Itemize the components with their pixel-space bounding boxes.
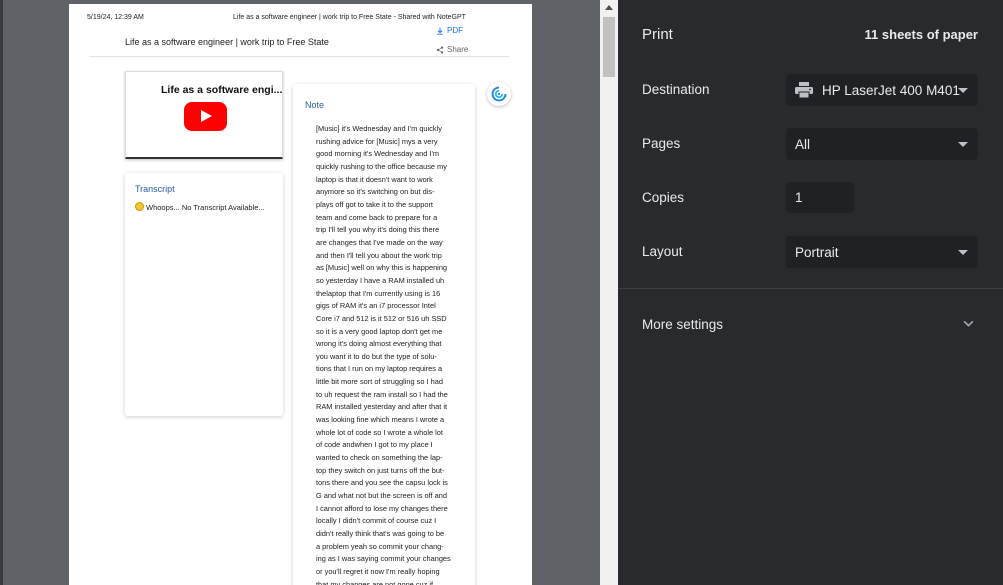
sheet-count: 11 sheets of paper xyxy=(864,27,978,42)
note-line: of code andwhen I got to my place I xyxy=(316,440,433,450)
layout-select[interactable]: Portrait xyxy=(786,236,978,268)
pages-label: Pages xyxy=(642,136,681,151)
header-divider xyxy=(89,56,509,57)
note-line: that my changes are not gone cuz if xyxy=(316,579,434,585)
video-title: Life as a software engi... xyxy=(161,84,283,96)
note-line: to uh request the ram install so I had t… xyxy=(316,389,448,399)
note-line: thelaptop that I'm currently using is 16 xyxy=(316,288,441,298)
note-line: tions that I run on my laptop requires a xyxy=(316,364,443,374)
print-title: Print xyxy=(642,26,673,43)
note-line: G and what not but the screen is off and xyxy=(316,491,447,501)
note-line: little bit more sort of struggling so I … xyxy=(316,377,443,387)
note-line: quickly rushing to the office because my xyxy=(316,161,447,171)
note-body: [Music] it's Wednesday and I'm quickly ru… xyxy=(316,123,468,585)
note-line: whole lot of code so I wrote a whole lot xyxy=(316,427,443,437)
note-line: [Music] it's Wednesday and I'm quickly xyxy=(316,124,442,133)
window-edge xyxy=(0,0,3,585)
grimace-emoji-icon xyxy=(135,202,144,211)
share-icon xyxy=(436,45,444,54)
note-line: Core i7 and 512 is it 512 or 516 uh SSD xyxy=(316,313,447,323)
note-line: tons there and you see the capsu lock is xyxy=(316,478,448,488)
note-line: was looking fine which means I wrote a xyxy=(316,415,445,425)
preview-page: 5/19/24, 12:39 AM Life as a software eng… xyxy=(69,4,532,585)
download-icon xyxy=(437,27,443,35)
transcript-message: Whoops... No Transcript Available... xyxy=(135,202,265,214)
caret-down-icon xyxy=(958,88,968,93)
chevron-down-icon[interactable] xyxy=(962,317,975,330)
pdf-button: PDF xyxy=(436,26,463,35)
document-title: Life as a software engineer | work trip … xyxy=(125,37,329,47)
copies-label: Copies xyxy=(642,190,685,205)
note-line: you want it to do but the type of solu- xyxy=(316,351,437,361)
note-line: RAM installed yesterday and after that i… xyxy=(316,402,448,412)
video-card: Life as a software engi... xyxy=(125,71,283,159)
destination-value: HP LaserJet 400 M401 xyxy=(822,82,960,98)
note-line: are changes that I've made on the way xyxy=(316,237,443,247)
note-line: and then I'll tell you about the work tr… xyxy=(316,250,442,260)
settings-divider xyxy=(618,288,1003,289)
youtube-play-icon xyxy=(184,102,227,131)
note-line: a problem yeah so commit your chang- xyxy=(316,541,444,551)
print-preview-area[interactable]: 5/19/24, 12:39 AM Life as a software eng… xyxy=(0,0,600,585)
transcript-card: Transcript Whoops... No Transcript Avail… xyxy=(125,173,283,416)
share-button: Share xyxy=(436,45,468,54)
note-line: wanted to check on something the lap- xyxy=(316,453,443,463)
note-line: good morning it's Wednesday and I'm xyxy=(316,149,440,159)
note-line: as [Music] well on why this is happening xyxy=(316,263,448,273)
note-line: so yesterday I have a RAM installed uh xyxy=(316,275,445,285)
more-settings-toggle[interactable]: More settings xyxy=(642,317,723,332)
layout-value: Portrait xyxy=(795,244,839,260)
destination-label: Destination xyxy=(642,82,710,97)
note-line: ing as I was saying commit your changes xyxy=(316,554,451,564)
note-line: gigs of RAM it's an i7 processor Intel xyxy=(316,301,436,311)
note-line: laptop is that it doesn't want to work xyxy=(316,174,433,184)
note-line: team and come back to prepare for a xyxy=(316,212,438,222)
notegpt-logo-icon xyxy=(487,82,511,106)
note-line: I cannot afford to lose my changes there xyxy=(316,503,448,513)
note-line: didn't really think that's was going to … xyxy=(316,529,445,538)
note-line: rushing advice for [Music] mys a very xyxy=(316,136,438,146)
pages-value: All xyxy=(795,136,811,152)
printer-icon xyxy=(795,82,813,98)
pages-select[interactable]: All xyxy=(786,128,978,160)
caret-down-icon xyxy=(958,142,968,147)
note-heading: Note xyxy=(305,100,325,110)
preview-scrollbar[interactable] xyxy=(600,0,618,585)
note-line: trip I'll tell you why it's doing this t… xyxy=(316,225,440,235)
note-line: top they switch on just turns off the bu… xyxy=(316,465,445,475)
pdf-label: PDF xyxy=(447,26,463,35)
transcript-heading: Transcript xyxy=(135,184,175,194)
caret-down-icon xyxy=(958,250,968,255)
note-card: Note [Music] it's Wednesday and I'm quic… xyxy=(293,84,475,585)
scroll-up-arrow-icon[interactable] xyxy=(605,5,613,10)
page-header-title: Life as a software engineer | work trip … xyxy=(233,14,466,21)
print-settings-panel: Print 11 sheets of paper Destination HP … xyxy=(618,0,1003,585)
scrollbar-thumb[interactable] xyxy=(603,17,615,77)
note-line: plays off got to take it to the support xyxy=(316,199,433,209)
note-line: or you'll regret it now I'm really hopin… xyxy=(316,566,440,576)
share-label: Share xyxy=(447,45,469,54)
note-line: so it is a very good laptop don't get me xyxy=(316,326,443,336)
copies-input[interactable]: 1 xyxy=(786,182,854,213)
destination-select[interactable]: HP LaserJet 400 M401 xyxy=(786,74,978,106)
layout-label: Layout xyxy=(642,244,683,259)
page-header-date: 5/19/24, 12:39 AM xyxy=(87,14,144,21)
transcript-text: Whoops... No Transcript Available... xyxy=(146,203,265,212)
note-line: anymore so it's switching on but dis- xyxy=(316,187,435,197)
note-line: wrong it's doing almost everything that xyxy=(316,339,442,349)
note-line: locally I didn't commit of course cuz I xyxy=(316,516,437,526)
